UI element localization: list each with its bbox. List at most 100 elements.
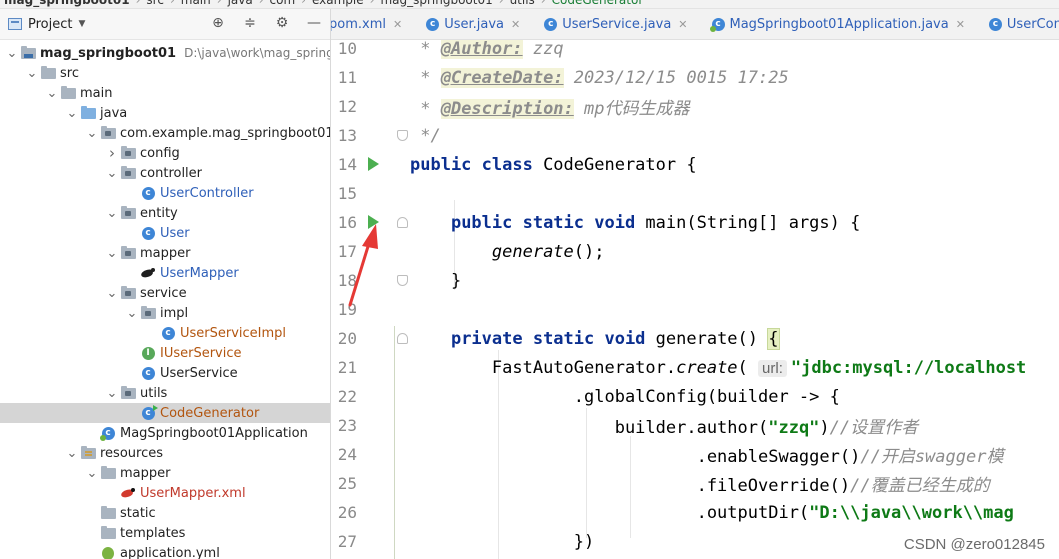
fold-end-icon[interactable] <box>397 130 408 141</box>
run-class-icon[interactable] <box>368 157 379 171</box>
breadcrumb-item[interactable]: example <box>312 0 364 7</box>
chevron-down-icon[interactable]: ⌄ <box>84 126 100 141</box>
code-text: .fileOverride()//覆盖已经生成的 <box>410 471 990 496</box>
tree-node[interactable]: ⌄ resources <box>0 443 330 463</box>
chevron-down-icon[interactable]: ⌄ <box>84 466 100 481</box>
chevron-down-icon[interactable]: ▼ <box>78 19 85 29</box>
tree-node[interactable]: UserMapper.xml <box>0 483 330 503</box>
chevron-down-icon[interactable]: ⌄ <box>4 46 20 61</box>
tree-node[interactable]: c UserService <box>0 363 330 383</box>
target-icon[interactable]: ⊕ <box>210 15 226 31</box>
breadcrumb-item[interactable]: com <box>270 0 296 7</box>
tree-node[interactable]: I IUserService <box>0 343 330 363</box>
tree-node[interactable]: ⌄ mapper <box>0 243 330 263</box>
tree-node[interactable]: c UserServiceImpl <box>0 323 330 343</box>
tree-node[interactable]: static <box>0 503 330 523</box>
tree-node[interactable]: c UserController <box>0 183 330 203</box>
line-number: 11 <box>337 68 357 87</box>
chevron-right-icon[interactable]: › <box>104 144 120 162</box>
tree-node[interactable]: ⌄ main <box>0 83 330 103</box>
breadcrumb-item[interactable]: CodeGenerator <box>552 0 644 7</box>
close-tab-icon[interactable]: ✕ <box>678 18 687 31</box>
fold-start-icon[interactable] <box>397 217 408 228</box>
tree-node[interactable]: ⌄ utils <box>0 383 330 403</box>
chevron-down-icon[interactable]: ⌄ <box>104 206 120 221</box>
editor-tab[interactable]: c User.java ✕ <box>426 9 530 39</box>
fold-start-icon[interactable] <box>397 333 408 344</box>
tree-node[interactable]: UserMapper <box>0 263 330 283</box>
tree-node[interactable]: ⌄ com.example.mag_springboot01 <box>0 123 330 143</box>
editor-tab[interactable]: c UserService.java ✕ <box>544 9 697 39</box>
line-number: 16 <box>337 213 357 232</box>
code-line: 25 .fileOverride()//覆盖已经生成的 <box>331 469 1059 498</box>
breadcrumb-item[interactable]: utils <box>510 0 535 7</box>
breadcrumb-item[interactable]: mag_springboot01 <box>4 0 130 7</box>
chevron-down-icon[interactable]: ⌄ <box>104 166 120 181</box>
run-main-icon[interactable] <box>368 215 379 229</box>
tree-node[interactable]: ⌄ impl <box>0 303 330 323</box>
javadoc-value: zzq <box>522 40 564 59</box>
tree-node[interactable]: ⌄ mapper <box>0 463 330 483</box>
breadcrumb-item[interactable]: src <box>146 0 164 7</box>
close-tab-icon[interactable]: ✕ <box>511 18 520 31</box>
class-icon: c <box>140 366 156 380</box>
code-text: builder.author("zzq")//设置作者 <box>410 413 918 438</box>
project-icon <box>8 18 22 30</box>
class-icon: c <box>140 186 156 200</box>
line-number: 18 <box>337 271 357 290</box>
tree-node[interactable]: c User <box>0 223 330 243</box>
tree-node[interactable]: ⌄ entity <box>0 203 330 223</box>
editor-tab[interactable]: pom.xml ✕ <box>331 9 412 39</box>
chevron-down-icon[interactable]: ⌄ <box>44 86 60 101</box>
code-text: private static void generate() { <box>410 327 780 350</box>
project-panel-title[interactable]: Project <box>28 17 72 32</box>
fold-end-icon[interactable] <box>397 275 408 286</box>
interface-icon: I <box>140 346 156 360</box>
code-chain: .globalConfig(builder -> { <box>573 386 840 407</box>
breadcrumb-item[interactable]: java <box>228 0 253 7</box>
tree-node[interactable]: c MagSpringboot01Application <box>0 423 330 443</box>
chevron-down-icon[interactable]: ⌄ <box>104 386 120 401</box>
chevron-down-icon[interactable]: ⌄ <box>124 306 140 321</box>
keyword: public class <box>410 154 544 175</box>
minimize-icon[interactable]: — <box>306 15 322 31</box>
code-line: 20 private static void generate() { <box>331 324 1059 353</box>
tree-node[interactable]: ⌄ java <box>0 103 330 123</box>
tree-node[interactable]: c CodeGenerator <box>0 403 330 423</box>
breadcrumb-item[interactable]: main <box>181 0 211 7</box>
code-editor[interactable]: 10 * @Author: zzq 11 * @CreateDate: 2023… <box>331 40 1059 559</box>
tree-node-label: IUserService <box>160 345 242 361</box>
editor-tab[interactable]: cUserController.java✕ <box>988 9 1059 39</box>
chevron-down-icon[interactable]: ⌄ <box>24 66 40 81</box>
tree-node[interactable]: application.yml <box>0 543 330 559</box>
chevron-down-icon[interactable]: ⌄ <box>104 246 120 261</box>
close-tab-icon[interactable]: ✕ <box>956 18 965 31</box>
tree-node[interactable]: ⌄ controller <box>0 163 330 183</box>
package-icon <box>120 385 136 400</box>
breadcrumb-item[interactable]: mag_springboot01 <box>380 0 492 7</box>
chevron-down-icon[interactable]: ⌄ <box>64 106 80 121</box>
breadcrumb-separator: › <box>169 0 175 7</box>
tree-node[interactable]: ⌄ mag_springboot01 D:\java\work\mag_spring… <box>0 43 330 63</box>
tree-node[interactable]: templates <box>0 523 330 543</box>
code-text: * @CreateDate: 2023/12/15 0015 17:25 <box>410 67 789 88</box>
code-text: */ <box>410 125 441 146</box>
tree-node[interactable]: › config <box>0 143 330 163</box>
chevron-down-icon[interactable]: ⌄ <box>64 446 80 461</box>
code-chain: .outputDir( <box>696 502 810 523</box>
breadcrumb-separator: › <box>258 0 264 7</box>
code-ident: builder.author( <box>614 418 769 438</box>
close-tab-icon[interactable]: ✕ <box>393 18 402 31</box>
chevron-down-icon[interactable]: ⌄ <box>104 286 120 301</box>
editor-tab-label: UserService.java <box>562 16 672 32</box>
tree-node[interactable]: ⌄ service <box>0 283 330 303</box>
editor-tab[interactable]: c MagSpringboot01Application.java ✕ <box>709 9 975 39</box>
package-icon <box>120 165 136 180</box>
tree-node-label: CodeGenerator <box>160 405 260 421</box>
tree-node[interactable]: ⌄ src <box>0 63 330 83</box>
line-number: 23 <box>337 416 357 435</box>
code-line: 14 public class CodeGenerator { <box>331 150 1059 179</box>
mybatis-xml-icon <box>120 486 136 500</box>
gear-icon[interactable]: ⚙ <box>274 15 290 31</box>
collapse-all-icon[interactable]: ≑ <box>242 15 258 31</box>
